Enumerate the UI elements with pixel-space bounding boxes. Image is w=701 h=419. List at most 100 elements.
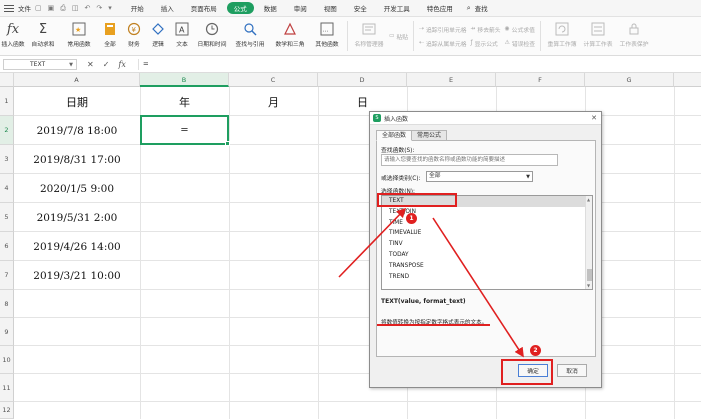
column-header-d[interactable]: D <box>318 73 407 87</box>
cell-a7[interactable]: 2019/3/21 10:00 <box>14 261 140 290</box>
column-header-c[interactable]: C <box>229 73 318 87</box>
search-icon[interactable]: ⌕ <box>467 4 471 13</box>
tab-special[interactable]: 特色应用 <box>420 2 460 14</box>
undo-icon[interactable]: ↶ <box>84 4 90 13</box>
logic-button[interactable]: 逻辑 <box>146 17 170 55</box>
row-header-4[interactable]: 4 <box>0 174 14 203</box>
cell-a4[interactable]: 2020/1/5 9:00 <box>14 174 140 203</box>
column-header-b[interactable]: B <box>140 73 229 87</box>
tab-security[interactable]: 安全 <box>347 2 374 14</box>
math-button[interactable]: 数学和三角 <box>270 17 310 55</box>
row-header-9[interactable]: 9 <box>0 318 14 346</box>
row-header-10[interactable]: 10 <box>0 346 14 374</box>
paste-name-button[interactable]: ▭ 粘贴 <box>389 31 408 42</box>
cancel-icon[interactable]: ✕ <box>87 60 94 69</box>
fill-handle[interactable] <box>225 141 230 146</box>
fx-icon[interactable]: fx <box>118 60 125 69</box>
recalc-workbook-button[interactable]: 重算工作簿 <box>544 17 580 55</box>
search-label[interactable]: 查找 <box>475 3 488 13</box>
enter-icon[interactable]: ✓ <box>103 60 110 69</box>
tab-insert[interactable]: 插入 <box>154 2 181 14</box>
cell-a5[interactable]: 2019/5/31 2:00 <box>14 203 140 232</box>
row-header-1[interactable]: 1 <box>0 87 14 116</box>
close-icon[interactable]: ✕ <box>591 114 597 122</box>
category-select[interactable]: 全部 ▼ <box>426 171 533 182</box>
all-functions-button[interactable]: 全部 <box>98 17 122 55</box>
remove-arrows-button[interactable]: ⇸ 移去箭头 <box>471 24 501 35</box>
scroll-up-icon[interactable]: ▲ <box>587 197 590 202</box>
column-header-g[interactable]: G <box>585 73 674 87</box>
more-icon[interactable]: ▾ <box>108 4 112 13</box>
column-header-e[interactable]: E <box>407 73 496 87</box>
cell-a6[interactable]: 2019/4/26 14:00 <box>14 232 140 261</box>
datetime-button[interactable]: 日期和时间 <box>194 17 230 55</box>
tab-view[interactable]: 视图 <box>317 2 344 14</box>
open-icon[interactable]: ▢ <box>35 4 42 13</box>
cell-a2[interactable]: 2019/7/8 18:00 <box>14 116 140 145</box>
calc-sheet-button[interactable]: 计算工作表 <box>580 17 616 55</box>
column-header-f[interactable]: F <box>496 73 585 87</box>
tab-page-layout[interactable]: 页面布局 <box>184 2 224 14</box>
column-header-a[interactable]: A <box>14 73 140 87</box>
row-header-2[interactable]: 2 <box>0 116 14 145</box>
chevron-down-icon[interactable]: ▼ <box>526 173 530 182</box>
insert-function-button[interactable]: fx 插入函数 <box>0 17 26 55</box>
row-header-3[interactable]: 3 <box>0 145 14 174</box>
sheet-protect-button[interactable]: 工作表保护 <box>616 17 652 55</box>
function-item-trend[interactable]: TREND <box>382 272 592 283</box>
lookup-button[interactable]: 查找与引用 <box>230 17 270 55</box>
redo-icon[interactable]: ↷ <box>96 4 102 13</box>
row-header-8[interactable]: 8 <box>0 290 14 318</box>
tab-formulas[interactable]: 公式 <box>226 2 254 14</box>
autosum-button[interactable]: Σ 自动求和 <box>26 17 60 55</box>
preview-icon[interactable]: ◫ <box>72 4 79 13</box>
file-menu[interactable]: 文件 <box>18 3 31 13</box>
row-header-11[interactable]: 11 <box>0 374 14 402</box>
ribbon-separator <box>347 21 348 51</box>
cancel-button[interactable]: 取消 <box>557 364 587 377</box>
search-function-input[interactable] <box>381 154 558 166</box>
print-icon[interactable]: ⎙ <box>60 4 66 13</box>
scrollbar-thumb[interactable] <box>587 269 592 281</box>
tab-all-functions[interactable]: 全部函数 <box>376 130 413 141</box>
function-item-today[interactable]: TODAY <box>382 250 592 261</box>
cell-a3[interactable]: 2019/8/31 17:00 <box>14 145 140 174</box>
show-formulas-button[interactable]: ƒ 显示公式 <box>471 38 501 49</box>
trace-dependents-button[interactable]: ⇠ 追踪从属单元格 <box>419 38 466 49</box>
function-list-scrollbar[interactable]: ▲ ▼ <box>585 196 592 289</box>
trace-precedents-button[interactable]: ⇢ 追踪引用单元格 <box>419 24 466 35</box>
formula-input[interactable]: = <box>137 58 149 70</box>
cell-b1[interactable]: 年 <box>140 87 229 116</box>
svg-text:★: ★ <box>75 26 81 34</box>
error-check-button[interactable]: ⚠ 错误检查 <box>505 38 535 49</box>
name-box[interactable]: TEXT ▼ <box>3 58 77 70</box>
tab-data[interactable]: 数据 <box>257 2 284 14</box>
scroll-down-icon[interactable]: ▼ <box>587 283 590 288</box>
dialog-titlebar[interactable]: S 插入函数 <box>370 112 601 125</box>
row-header-12[interactable]: 12 <box>0 402 14 419</box>
function-list[interactable]: TEXT TEXTJOIN TIME TIMEVALUE TINV TODAY … <box>381 195 593 290</box>
function-item-transpose[interactable]: TRANSPOSE <box>382 261 592 272</box>
row-header-7[interactable]: 7 <box>0 261 14 290</box>
tab-developer[interactable]: 开发工具 <box>377 2 417 14</box>
formula-eval-button[interactable]: ◉ 公式求值 <box>505 24 535 35</box>
finance-button[interactable]: ¥ 财务 <box>122 17 146 55</box>
select-all-corner[interactable] <box>0 73 14 87</box>
cell-c1[interactable]: 月 <box>229 87 318 116</box>
row-header-5[interactable]: 5 <box>0 203 14 232</box>
tab-home[interactable]: 开始 <box>124 2 151 14</box>
function-item-timevalue[interactable]: TIMEVALUE <box>382 228 592 239</box>
cell-a1[interactable]: 日期 <box>14 87 140 116</box>
row-header-6[interactable]: 6 <box>0 232 14 261</box>
active-cell-b2[interactable]: = <box>140 115 230 146</box>
common-functions-button[interactable]: ★ 常用函数 <box>60 17 98 55</box>
other-functions-button[interactable]: … 其他函数 <box>310 17 344 55</box>
function-item-tinv[interactable]: TINV <box>382 239 592 250</box>
chevron-down-icon[interactable]: ▼ <box>69 61 73 70</box>
menu-icon[interactable] <box>4 4 14 12</box>
save-icon[interactable]: ▣ <box>48 4 55 13</box>
name-manager-button[interactable]: 名称管理器 <box>351 17 387 55</box>
step-badge-2: 2 <box>530 345 541 356</box>
tab-review[interactable]: 审阅 <box>287 2 314 14</box>
text-button[interactable]: A 文本 <box>170 17 194 55</box>
